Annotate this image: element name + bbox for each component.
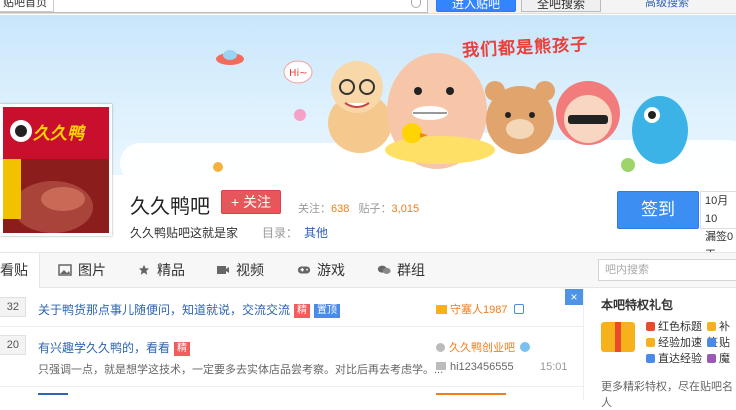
tab-threads[interactable]: 看贴 (0, 253, 40, 288)
forum-logo: 久久鸭 (0, 104, 112, 236)
tab-video[interactable]: 视频 (216, 253, 264, 288)
last-reply-time: 15:01 (540, 361, 568, 373)
follow-button[interactable]: + 关注 (221, 190, 281, 214)
forum-search-input[interactable]: 吧内搜索 (598, 259, 736, 281)
tab-images[interactable]: 图片 (58, 253, 106, 288)
logo-text: 久久鸭 (33, 124, 84, 143)
privilege-item[interactable]: 魔 (707, 350, 730, 366)
tab-featured[interactable]: 精品 (137, 253, 185, 288)
vip-icon (520, 342, 531, 352)
banner-speech: Hi~ (289, 68, 308, 79)
video-icon (217, 266, 229, 274)
image-icon (58, 264, 72, 276)
thread-author[interactable]: 守塞人1987 (436, 301, 524, 317)
crown-icon (436, 305, 447, 314)
last-reply-user[interactable]: hi123456555 (436, 361, 514, 373)
privilege-item[interactable]: 直达经验 (646, 350, 702, 366)
chat-icon (377, 265, 391, 274)
thread-list: 32 关于鸭货那点事儿随便问，知道就说，交流交流精置顶 守塞人1987 20 有… (0, 289, 583, 400)
thread-author[interactable]: 久久鸭创业吧 (436, 339, 531, 355)
forum-description: 久久鸭贴吧这就是家 (130, 226, 239, 240)
catalog-link[interactable]: 其他 (304, 226, 328, 240)
tab-games[interactable]: 游戏 (297, 253, 345, 288)
forum-name[interactable]: 久久鸭吧 (130, 190, 210, 219)
thread-title[interactable]: 有兴趣学久久鸭的，看看精 (38, 339, 191, 356)
reply-icon (436, 362, 446, 370)
privilege-item[interactable]: 经验加速 (646, 334, 702, 350)
tab-groups[interactable]: 群组 (377, 253, 425, 288)
follow-count: 638 (331, 203, 350, 215)
signin-date: 10月10 (705, 195, 729, 225)
gift-icon (601, 322, 635, 352)
thread-row[interactable]: 32 关于鸭货那点事儿随便问，知道就说，交流交流精置顶 守塞人1987 (0, 289, 583, 327)
reply-count: 20 (0, 335, 26, 355)
thread-row[interactable]: 20 有兴趣学久久鸭的，看看精 只强调一点，就是想学这技术，一定要多去实体店品尝… (0, 327, 583, 387)
thread-title[interactable]: 关于鸭货那点事儿随便问，知道就说，交流交流精置顶 (38, 301, 341, 318)
pinned-tag: 置顶 (314, 304, 341, 318)
advanced-search-link[interactable]: 高级搜索 (645, 0, 689, 10)
signin-button[interactable]: 签到 (617, 191, 699, 229)
user-icon (436, 343, 445, 352)
enter-forum-button[interactable]: 进入贴吧 (436, 0, 516, 12)
privilege-item[interactable]: 红色标题 (646, 318, 702, 334)
privilege-title: 本吧特权礼包 (601, 298, 674, 312)
posts-count: 3,015 (391, 203, 420, 215)
badge-icon (513, 304, 524, 314)
top-search-bar: 贴吧首页 进入贴吧 全吧搜索 高级搜索 (0, 0, 736, 14)
thread-row[interactable] (0, 387, 583, 403)
forum-catalog: 目录： 其他 (262, 226, 329, 240)
featured-tag: 精 (174, 342, 191, 356)
breadcrumb-home[interactable]: 贴吧首页 (0, 0, 54, 12)
signin-info: 10月10 漏签0天 (700, 191, 736, 261)
privilege-item[interactable]: 贴 (707, 334, 730, 350)
close-icon[interactable]: × (565, 289, 583, 305)
microphone-icon[interactable] (411, 0, 421, 8)
search-input[interactable] (0, 0, 428, 13)
gamepad-icon (297, 266, 311, 274)
privilege-more-text[interactable]: 更多精彩特权，尽在贴吧名人 (601, 378, 736, 410)
forum-stats: 关注：638 贴子：3,015 (298, 203, 420, 215)
featured-tag: 精 (294, 304, 311, 318)
thread-abstract: 只强调一点，就是想学这技术，一定要多去实体店品尝考察。对比后再去考虑学。... (38, 364, 444, 376)
all-forum-search-button[interactable]: 全吧搜索 (521, 0, 601, 12)
star-icon (138, 264, 150, 275)
reply-count: 32 (0, 297, 26, 317)
